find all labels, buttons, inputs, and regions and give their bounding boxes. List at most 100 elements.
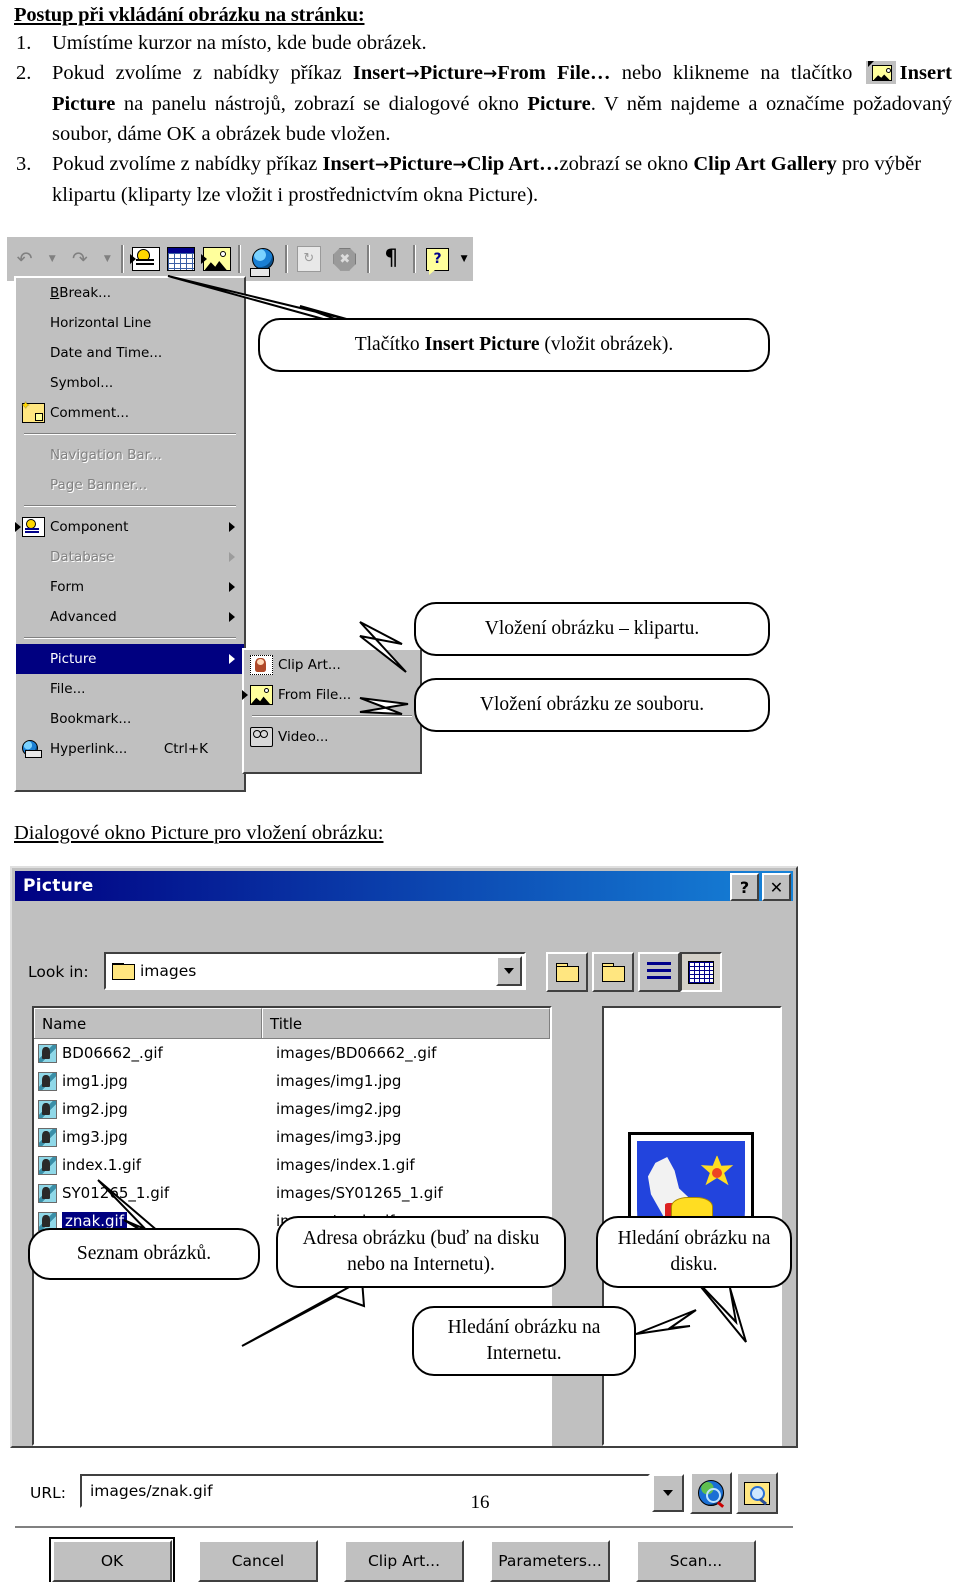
menu-item-symbol-label: Symbol... <box>50 375 114 391</box>
list-view-glyph <box>647 962 671 982</box>
parameters-button[interactable]: Parameters... <box>490 1540 610 1582</box>
arrow-icon: → <box>374 155 390 175</box>
step-1-text: Umístíme kurzor na místo, kde bude obráz… <box>52 32 427 54</box>
submenu-item-from-file-label: From File... <box>278 687 352 703</box>
steps-list: 1. Umístíme kurzor na místo, kde bude ob… <box>14 28 952 210</box>
page-number: 16 <box>470 1492 490 1513</box>
menu-item-component[interactable]: Component <box>15 512 244 542</box>
menu-item-navigation-bar: Navigation Bar... <box>16 440 244 470</box>
step-2-text-b: nebo klikneme na tlačítko <box>610 62 864 84</box>
scan-button-label: Scan... <box>669 1552 723 1570</box>
menu-item-page-banner: Page Banner... <box>16 470 244 500</box>
new-folder-icon[interactable] <box>592 952 634 992</box>
step-3-text-a: Pokud zvolíme z nabídky příkaz <box>52 153 323 175</box>
callout-clipart-label: Vložení obrázku – klipartu. <box>484 618 700 639</box>
dialog-separator <box>15 1526 793 1529</box>
close-button[interactable]: ✕ <box>762 873 791 901</box>
redo-icon[interactable]: ↷ <box>63 242 96 276</box>
redo-dropdown-arrow[interactable]: ▼ <box>99 242 117 276</box>
undo-dropdown-arrow[interactable]: ▼ <box>43 242 61 276</box>
look-in-dropdown-button[interactable] <box>496 956 522 986</box>
menu-item-comment[interactable]: ✦ Comment... <box>16 398 244 428</box>
dialog-title-buttons[interactable]: ? ✕ <box>730 873 791 901</box>
file-title: images/img1.jpg <box>276 1072 402 1090</box>
scan-button[interactable]: Scan... <box>636 1540 756 1582</box>
details-view-icon[interactable] <box>680 952 722 992</box>
menu-item-picture-label: Picture <box>50 651 97 667</box>
insert-menu[interactable]: B Break... Horizontal Line Date and Time.… <box>14 276 246 792</box>
menu-item-database: Database <box>16 542 244 572</box>
file-title: images/img2.jpg <box>276 1100 402 1118</box>
callout-address: Adresa obrázku (buď na disku nebo na Int… <box>276 1216 566 1288</box>
clip-art-button[interactable]: Clip Art... <box>344 1540 464 1582</box>
insert-picture-toolbar-icon <box>865 61 896 84</box>
insert-component-icon[interactable] <box>129 242 162 276</box>
callout-address-label: Adresa obrázku (buď na disku nebo na Int… <box>302 1228 540 1275</box>
dialog-button-row[interactable]: OK Cancel Clip Art... Parameters... Scan… <box>12 1537 796 1582</box>
menu-separator <box>24 505 236 507</box>
list-item[interactable]: img3.jpg images/img3.jpg <box>34 1123 550 1151</box>
menu-item-database-label: Database <box>50 549 115 565</box>
menu-item-navigation-bar-label: Navigation Bar... <box>50 447 162 463</box>
menu-item-advanced[interactable]: Advanced <box>16 602 244 632</box>
undo-icon[interactable]: ↶ <box>8 242 41 276</box>
dialog-caption: Dialogové okno Picture pro vložení obráz… <box>14 822 384 844</box>
step-1-number: 1. <box>16 32 32 54</box>
callout-clipart: Vložení obrázku – klipartu. <box>414 602 770 656</box>
arrow-icon: → <box>482 64 498 84</box>
help-button[interactable]: ? <box>730 873 759 901</box>
picture-dialog[interactable]: Picture ? ✕ Look in: images Name Title B… <box>10 866 798 1582</box>
callout-from-file: Vložení obrázku ze souboru. <box>414 678 770 732</box>
image-file-icon <box>38 1099 57 1119</box>
list-item[interactable]: img2.jpg images/img2.jpg <box>34 1095 550 1123</box>
step-2-text-c: na panelu nástrojů, zobrazí se dialogové… <box>115 93 528 115</box>
step-2-cmd-fromfile: From File… <box>497 62 611 84</box>
menu-item-file[interactable]: File... <box>16 674 244 704</box>
list-item[interactable]: BD06662_.gif images/BD06662_.gif <box>34 1039 550 1067</box>
look-in-combobox[interactable]: images <box>104 952 526 990</box>
submenu-item-video-label: Video... <box>278 729 329 745</box>
menu-item-hyperlink[interactable]: Hyperlink... Ctrl+K <box>16 734 244 764</box>
page-title: Postup při vkládání obrázku na stránku: <box>14 4 365 26</box>
shield-rose <box>700 1155 734 1186</box>
callout-insert-picture-button: Tlačítko Insert Picture (vložit obrázek)… <box>258 318 770 372</box>
step-3: 3. Pokud zvolíme z nabídky příkaz Insert… <box>14 149 952 210</box>
menu-item-form[interactable]: Form <box>16 572 244 602</box>
ok-button[interactable]: OK <box>49 1537 175 1582</box>
look-in-value: images <box>140 962 197 980</box>
menu-item-symbol[interactable]: Symbol... <box>16 368 244 398</box>
arrow-icon: → <box>405 64 420 84</box>
toolbar-separator <box>121 245 125 273</box>
clipart-icon <box>250 655 273 675</box>
menu-item-bookmark[interactable]: Bookmark... <box>16 704 244 734</box>
look-in-label: Look in: <box>28 963 89 981</box>
document-body: Postup při vkládání obrázku na stránku: … <box>14 4 952 210</box>
step-2: 2. Pokud zvolíme z nabídky příkaz Insert… <box>14 58 952 149</box>
file-name: img1.jpg <box>62 1072 128 1090</box>
menu-item-advanced-label: Advanced <box>50 609 117 625</box>
cancel-button[interactable]: Cancel <box>198 1540 318 1582</box>
menu-item-date-and-time-label: Date and Time... <box>50 345 163 361</box>
clip-art-button-label: Clip Art... <box>367 1552 441 1570</box>
new-folder-glyph <box>602 962 625 982</box>
menu-item-component-label: Component <box>50 519 129 535</box>
hyperlink-icon <box>22 740 43 758</box>
menu-item-date-and-time[interactable]: Date and Time... <box>16 338 244 368</box>
list-item[interactable]: img1.jpg images/img1.jpg <box>34 1067 550 1095</box>
step-2-cmd-dialog: Picture <box>527 93 591 115</box>
column-header-title[interactable]: Title <box>262 1008 550 1038</box>
up-one-level-icon[interactable] <box>546 952 588 992</box>
toolbar-separator <box>238 245 242 273</box>
video-icon <box>250 727 273 747</box>
image-file-icon <box>38 1043 57 1063</box>
column-header-name[interactable]: Name <box>34 1008 262 1038</box>
details-view-glyph <box>688 960 714 984</box>
dialog-title-bar[interactable]: Picture ? ✕ <box>15 871 793 901</box>
parameters-button-label: Parameters... <box>498 1552 602 1570</box>
step-3-cmd-insert: Insert <box>322 153 375 175</box>
list-view-icon[interactable] <box>638 952 680 992</box>
file-title: images/img3.jpg <box>276 1128 402 1146</box>
menu-item-picture[interactable]: Picture <box>16 644 244 674</box>
file-name: img2.jpg <box>62 1100 128 1118</box>
cancel-button-label: Cancel <box>231 1552 285 1570</box>
